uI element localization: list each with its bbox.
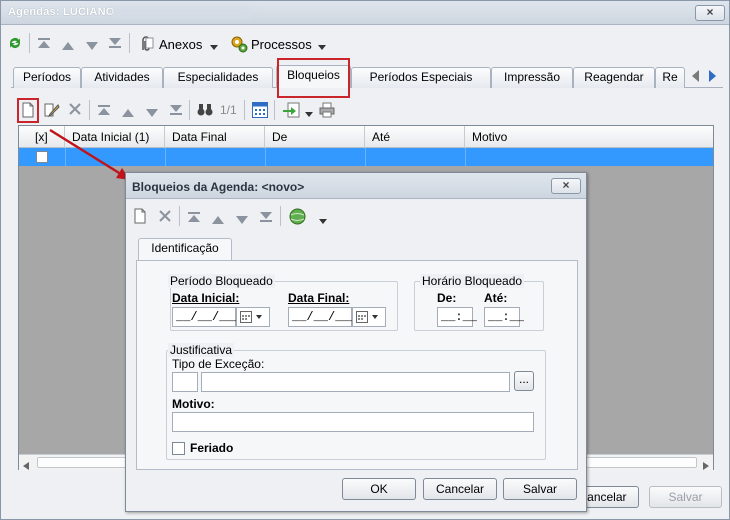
feriado-checkbox[interactable] bbox=[172, 442, 185, 455]
delete-icon[interactable] bbox=[158, 209, 172, 226]
toolbar-separator bbox=[179, 206, 180, 226]
ate-label: Até: bbox=[484, 291, 508, 305]
data-final-calendar-button[interactable] bbox=[352, 307, 386, 327]
data-inicial-calendar-button[interactable] bbox=[236, 307, 270, 327]
close-icon: × bbox=[562, 178, 570, 192]
ok-button[interactable]: OK bbox=[342, 478, 416, 500]
feriado-label: Feriado bbox=[190, 441, 234, 455]
periodo-legend: Período Bloqueado bbox=[168, 274, 275, 288]
next-record-icon[interactable] bbox=[236, 213, 248, 227]
data-inicial-label: Data Inicial: bbox=[172, 291, 240, 305]
dialog-title-bar: Bloqueios da Agenda: <novo> × bbox=[126, 173, 586, 199]
dialog-close-button[interactable]: × bbox=[551, 178, 581, 194]
last-record-icon[interactable] bbox=[260, 211, 272, 225]
horario-fieldset bbox=[414, 281, 544, 331]
new-document-icon[interactable] bbox=[134, 208, 146, 227]
bloqueio-dialog: Bloqueios da Agenda: <novo> × Identifica… bbox=[125, 172, 587, 512]
justificativa-legend: Justificativa bbox=[168, 343, 235, 357]
tipo-excecao-browse-button[interactable]: ... bbox=[514, 371, 534, 391]
chevron-down-icon[interactable] bbox=[319, 214, 327, 228]
tab-identificacao[interactable]: Identificação bbox=[138, 238, 232, 261]
de-input[interactable]: __:__ bbox=[437, 307, 477, 327]
data-inicial-input[interactable]: __/__/____ bbox=[172, 307, 248, 327]
data-final-input[interactable]: __/__/____ bbox=[288, 307, 364, 327]
motivo-label: Motivo: bbox=[172, 397, 215, 411]
tipo-excecao-code-input[interactable] bbox=[172, 372, 198, 392]
dialog-title: Bloqueios da Agenda: <novo> bbox=[132, 180, 305, 194]
save-button[interactable]: Salvar bbox=[503, 478, 577, 500]
ate-input[interactable]: __:__ bbox=[484, 307, 524, 327]
horario-legend: Horário Bloqueado bbox=[420, 274, 525, 288]
cancel-button[interactable]: Cancelar bbox=[423, 478, 497, 500]
previous-record-icon[interactable] bbox=[212, 213, 224, 227]
calendar-icon bbox=[356, 311, 378, 323]
calendar-icon bbox=[240, 311, 262, 323]
motivo-input[interactable] bbox=[172, 412, 534, 432]
toolbar-separator bbox=[280, 206, 281, 226]
data-final-label: Data Final: bbox=[288, 291, 350, 305]
first-record-icon[interactable] bbox=[188, 211, 200, 225]
de-label: De: bbox=[437, 291, 457, 305]
globe-icon[interactable] bbox=[289, 208, 306, 228]
tipo-excecao-description-input[interactable] bbox=[201, 372, 510, 392]
identificacao-panel: Período Bloqueado Data Inicial: __/__/__… bbox=[136, 260, 578, 470]
tipo-excecao-label: Tipo de Exceção: bbox=[172, 357, 265, 371]
